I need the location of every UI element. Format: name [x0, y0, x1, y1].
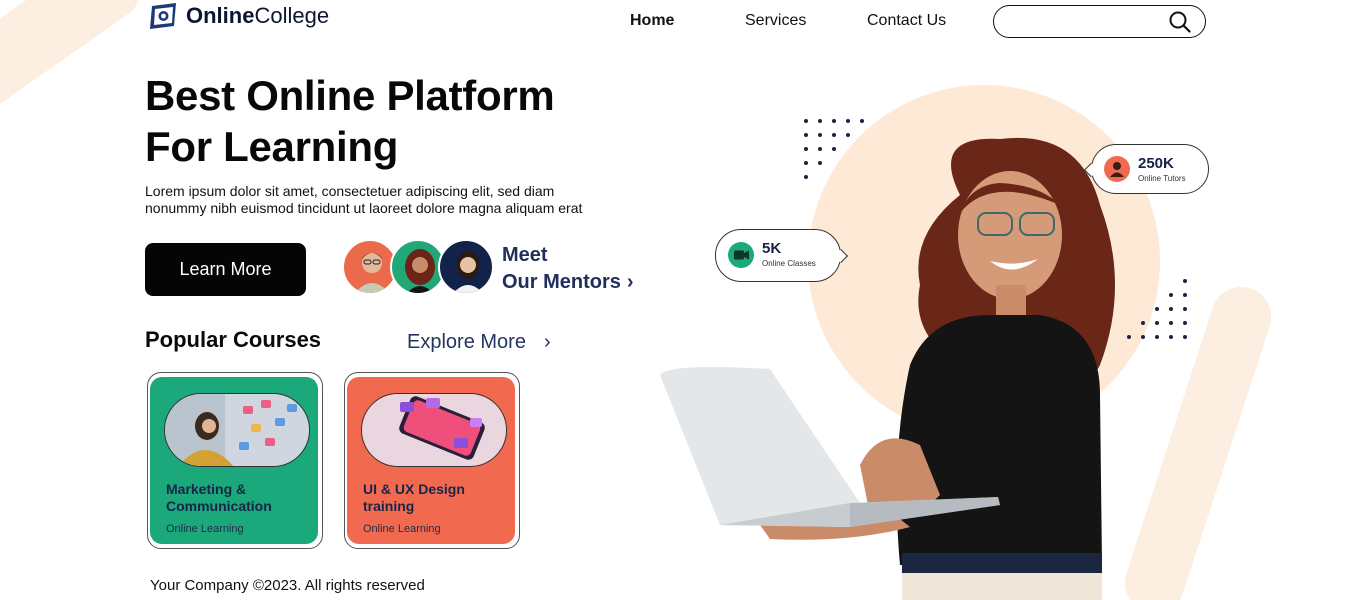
stat-value: 5K	[762, 240, 782, 257]
course-title-line: training	[363, 498, 415, 514]
course-title-line: Marketing &	[166, 481, 247, 497]
hero-title-line: Best Online Platform	[145, 72, 555, 119]
stat-label: Online Tutors	[1138, 174, 1186, 183]
user-icon	[1104, 156, 1130, 182]
search-icon[interactable]	[1169, 11, 1191, 38]
nav-contact-us[interactable]: Contact Us	[867, 12, 946, 30]
hero-description-line: Lorem ipsum dolor sit amet, consectetuer…	[145, 183, 555, 199]
stat-bubble-online-classes: 5K Online Classes	[715, 229, 849, 282]
chevron-right-icon: ›	[626, 271, 634, 293]
learn-more-button[interactable]: Learn More	[145, 243, 306, 296]
stat-label: Online Classes	[762, 259, 816, 268]
course-subtitle: Online Learning	[166, 523, 244, 535]
brand-name-regular: College	[254, 3, 330, 28]
meet-mentors-line: Meet	[502, 244, 548, 266]
student-with-laptop-image	[660, 135, 1220, 600]
search-box	[993, 5, 1206, 38]
hero-title-line: For Learning	[145, 123, 399, 170]
course-card-body: Marketing & Communication Online Learnin…	[150, 377, 318, 544]
brand-logo[interactable]: OnlineCollege	[148, 2, 329, 30]
footer-copyright: Your Company ©2023. All rights reserved	[150, 577, 425, 594]
search-input[interactable]	[1008, 6, 1168, 36]
course-title: UI & UX Design training	[363, 481, 513, 515]
meet-mentors-line-text: Our Mentors	[502, 271, 621, 293]
course-title-line: Communication	[166, 498, 272, 514]
course-card-body: UI & UX Design training Online Learning	[347, 377, 515, 544]
hero-description: Lorem ipsum dolor sit amet, consectetuer…	[145, 183, 645, 217]
meet-mentors-line: Our Mentors ›	[502, 269, 634, 296]
video-icon	[728, 242, 754, 268]
course-thumbnail	[361, 393, 507, 467]
brand-name-bold: Online	[186, 3, 255, 28]
hero-description-line: nonummy nibh euismod tincidunt ut laoree…	[145, 200, 583, 216]
popular-courses-title: Popular Courses	[145, 327, 322, 352]
explore-more-link[interactable]: Explore More ›	[407, 331, 551, 354]
book-logo-icon	[148, 2, 180, 30]
course-thumbnail	[164, 393, 310, 467]
explore-more-label: Explore More	[407, 331, 526, 353]
stat-bubble-online-tutors: 250K Online Tutors	[1083, 144, 1209, 194]
stat-value: 250K	[1138, 155, 1174, 172]
chevron-right-icon: ›	[543, 331, 551, 353]
course-title: Marketing & Communication	[166, 481, 316, 515]
background-stripe	[0, 0, 153, 147]
course-title-line: UI & UX Design	[363, 481, 465, 497]
nav-home[interactable]: Home	[630, 12, 674, 30]
brand-name: OnlineCollege	[186, 3, 329, 29]
meet-mentors-label[interactable]: Meet Our Mentors ›	[502, 242, 634, 296]
hero-title: Best Online Platform For Learning	[145, 70, 555, 172]
nav-services[interactable]: Services	[745, 12, 806, 30]
course-subtitle: Online Learning	[363, 523, 441, 535]
course-card-marketing[interactable]: Marketing & Communication Online Learnin…	[147, 372, 323, 549]
course-card-uiux[interactable]: UI & UX Design training Online Learning	[344, 372, 520, 549]
mentor-avatar	[438, 239, 494, 295]
